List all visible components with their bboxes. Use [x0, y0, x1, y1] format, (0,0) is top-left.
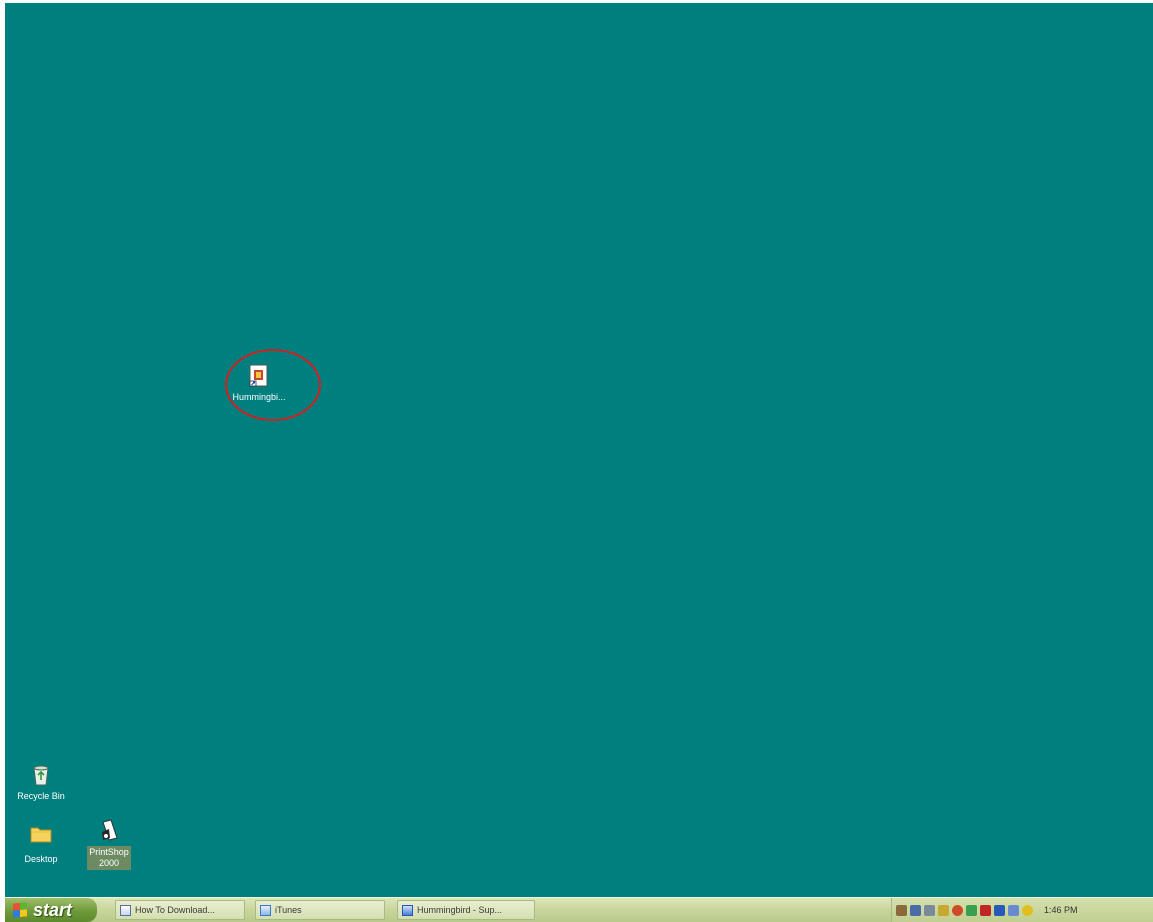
printshop-app-icon [102, 819, 118, 841]
taskbar-button-label: Hummingbird - Sup... [417, 905, 503, 915]
folder-icon [30, 827, 52, 843]
messenger-icon[interactable] [966, 904, 977, 916]
start-label: start [33, 899, 73, 920]
desktop-icon-printshop[interactable]: PrintShop 2000 [85, 818, 133, 870]
taskbar-button-hummingbird[interactable]: Hummingbird - Sup... [397, 900, 535, 920]
itunes-icon [260, 904, 271, 916]
security-icon[interactable] [952, 904, 963, 916]
windows-logo-icon [13, 902, 27, 918]
shortcut-document-icon [249, 364, 268, 387]
desktop-icon-hummingbird[interactable]: Hummingbi... [227, 364, 291, 403]
desktop-icon-label: Desktop [24, 854, 58, 864]
desktop-icon-recycle-bin[interactable]: Recycle Bin [9, 763, 73, 802]
desktop-background[interactable]: Hummingbi... Recycle Bin Desktop PrintSh… [5, 3, 1153, 897]
taskbar-button-itunes[interactable]: iTunes [255, 900, 385, 920]
taskbar-button-how-to-download[interactable]: How To Download... [115, 900, 245, 920]
start-button[interactable]: start [5, 898, 97, 922]
document-icon [120, 904, 131, 916]
recycle-bin-icon [33, 765, 49, 786]
taskbar-button-label: How To Download... [135, 905, 215, 915]
system-tray: 1:46 PM [891, 898, 1153, 922]
shield-icon[interactable] [980, 904, 991, 916]
display-icon[interactable] [994, 904, 1005, 916]
desktop-icon-desktop-folder[interactable]: Desktop [9, 824, 73, 865]
desktop-icon-label: Hummingbi... [232, 392, 286, 402]
desktop-icon-label: Recycle Bin [17, 791, 65, 801]
pen-icon[interactable] [896, 904, 907, 916]
taskbar-button-label: iTunes [275, 905, 302, 915]
browser-icon [402, 904, 413, 916]
clock[interactable]: 1:46 PM [1044, 905, 1078, 915]
taskbar: start How To Download... iTunes Hummingb… [5, 897, 1153, 922]
bulb-icon[interactable] [1022, 904, 1033, 916]
update-icon[interactable] [1008, 904, 1019, 916]
desktop-icon-label: PrintShop 2000 [87, 846, 131, 870]
network-icon[interactable] [938, 904, 949, 916]
speaker-icon[interactable] [924, 904, 935, 916]
monitor-icon[interactable] [910, 904, 921, 916]
